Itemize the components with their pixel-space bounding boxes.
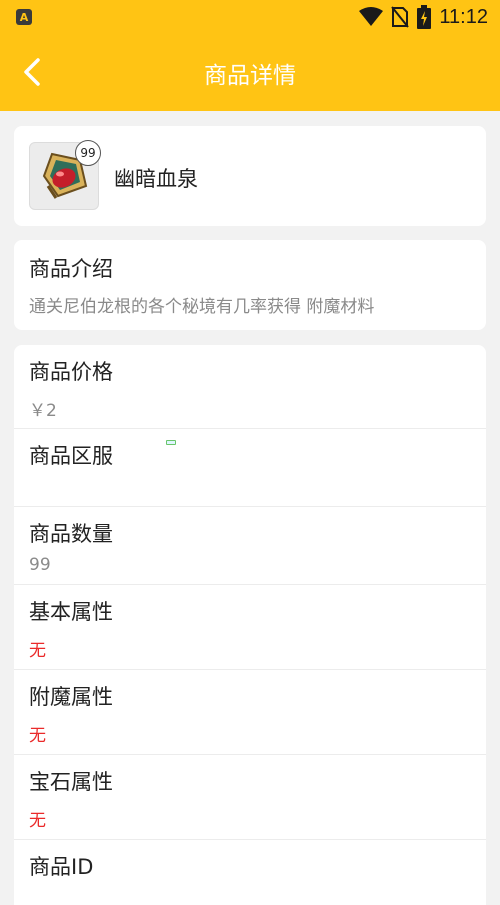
- description-text: 通关尼伯龙根的各个秘境有几率获得 附魔材料: [29, 297, 375, 317]
- property-label: 基本属性: [29, 600, 113, 624]
- property-value: ￥2: [29, 401, 57, 421]
- property-value: 99: [29, 555, 51, 575]
- app-notification-icon: A: [16, 9, 32, 25]
- touch-indicator: [166, 440, 176, 445]
- page-title: 商品详情: [204, 62, 296, 89]
- item-name: 幽暗血泉: [114, 167, 198, 191]
- item-card[interactable]: 99 幽暗血泉: [14, 126, 486, 226]
- property-row-gem-attributes: 宝石属性 无: [14, 755, 486, 840]
- property-label: 附魔属性: [29, 685, 113, 709]
- property-row-quantity: 商品数量 99: [14, 507, 486, 585]
- clock: 11:12: [439, 5, 488, 28]
- property-label: 商品ID: [29, 855, 94, 879]
- property-row-enchant-attributes: 附魔属性 无: [14, 670, 486, 755]
- properties-card: 商品价格 ￥2 商品区服 商品数量 99 基本属性 无 附魔属性 无 宝石属性 …: [14, 345, 486, 905]
- no-sim-icon: [391, 6, 410, 28]
- property-label: 宝石属性: [29, 770, 113, 794]
- property-label: 商品价格: [29, 360, 113, 384]
- property-row-item-id: 商品ID: [14, 840, 486, 905]
- property-label: 商品数量: [29, 522, 113, 546]
- battery-charging-icon: [417, 5, 432, 29]
- description-card: 商品介绍 通关尼伯龙根的各个秘境有几率获得 附魔材料: [14, 240, 486, 330]
- property-row-basic-attributes: 基本属性 无: [14, 585, 486, 670]
- property-row-price: 商品价格 ￥2: [14, 345, 486, 429]
- property-row-server: 商品区服: [14, 429, 486, 507]
- quantity-badge: 99: [75, 140, 101, 166]
- property-value: 无: [29, 726, 46, 746]
- status-bar: A 11:12: [0, 0, 500, 34]
- description-title: 商品介绍: [29, 257, 113, 281]
- top-app-bar: 商品详情: [0, 34, 500, 111]
- property-label: 商品区服: [29, 444, 113, 468]
- wifi-icon: [359, 7, 384, 27]
- property-value: 无: [29, 811, 46, 831]
- property-value: 无: [29, 641, 46, 661]
